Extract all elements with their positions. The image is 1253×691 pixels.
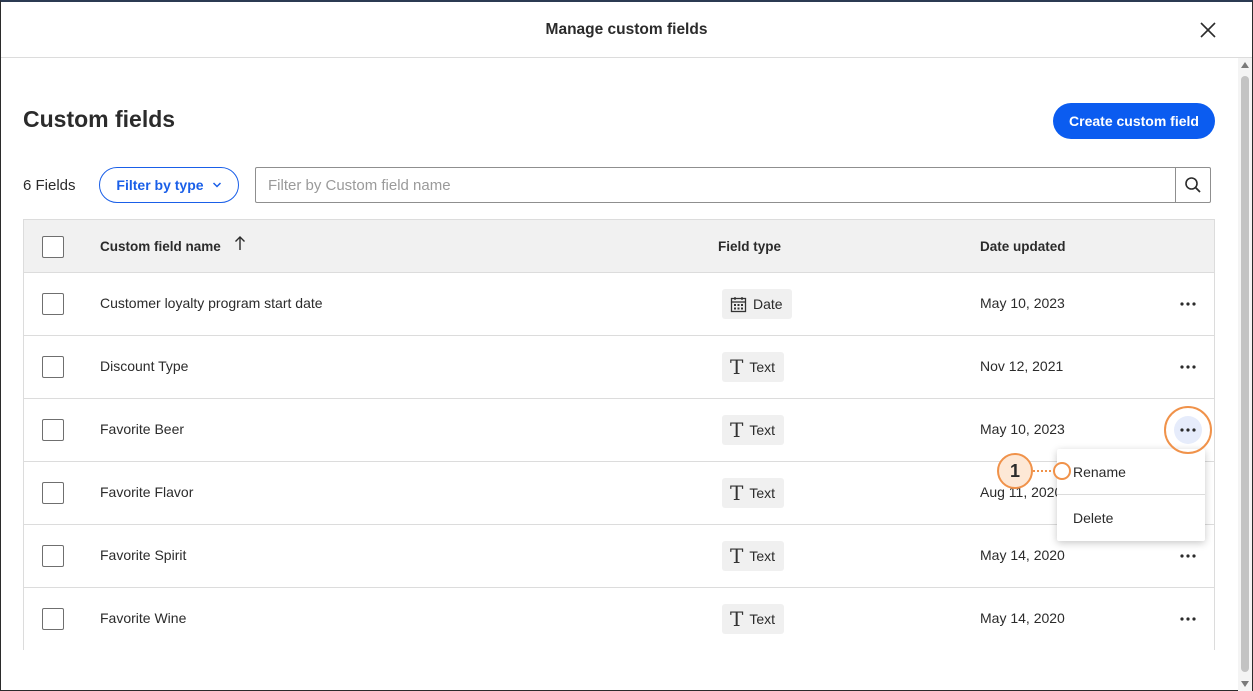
ellipsis-icon [1180, 554, 1196, 558]
text-icon: T [730, 355, 744, 379]
date-updated: May 14, 2020 [980, 610, 1065, 626]
field-type-label: Text [749, 548, 776, 564]
row-checkbox[interactable] [42, 482, 64, 504]
scroll-up-arrow-icon[interactable] [1241, 62, 1249, 68]
text-icon: T [730, 544, 744, 568]
field-name: Favorite Flavor [100, 484, 194, 500]
scroll-down-arrow-icon[interactable] [1241, 681, 1249, 687]
custom-fields-table: Custom field name Field type Date update… [23, 219, 1215, 651]
row-checkbox[interactable] [42, 419, 64, 441]
callout-highlight-ring [1164, 406, 1212, 454]
dialog-header: Manage custom fields [1, 2, 1252, 58]
callout-step-badge: 1 [997, 453, 1033, 489]
field-count: 6 Fields [23, 177, 76, 194]
field-name: Favorite Spirit [100, 547, 187, 563]
column-header-date: Date updated [980, 239, 1066, 254]
more-actions-button[interactable] [1174, 542, 1202, 570]
menu-item-delete[interactable]: Delete [1057, 495, 1205, 541]
calendar-icon [730, 296, 747, 312]
more-actions-button[interactable] [1174, 605, 1202, 633]
search-icon [1185, 177, 1201, 193]
vertical-scrollbar[interactable] [1238, 58, 1252, 691]
menu-item-rename[interactable]: Rename [1057, 449, 1205, 495]
field-type-chip: Date [722, 289, 792, 319]
field-type-chip: T Text [722, 415, 785, 445]
field-type-label: Date [753, 296, 783, 312]
table-row: Discount Type T Text Nov 12, 2021 [24, 336, 1214, 399]
field-type-chip: T Text [722, 478, 785, 508]
table-row: Customer loyalty program start date Date… [24, 273, 1214, 336]
callout-connector [1033, 470, 1055, 472]
field-type-label: Text [749, 611, 776, 627]
row-checkbox[interactable] [42, 356, 64, 378]
field-name: Favorite Wine [100, 610, 187, 626]
search-input[interactable] [256, 168, 1176, 202]
page-title: Custom fields [23, 106, 176, 132]
ellipsis-icon [1180, 365, 1196, 369]
table-row: Favorite Spirit T Text May 14, 2020 [24, 525, 1214, 588]
date-updated: May 10, 2023 [980, 421, 1065, 437]
date-updated: Nov 12, 2021 [980, 358, 1064, 374]
dialog-frame: Manage custom fields Custom fields Creat… [0, 0, 1253, 691]
column-header-type: Field type [718, 239, 782, 254]
callout-target-dot [1053, 462, 1071, 480]
field-name: Favorite Beer [100, 421, 185, 437]
search-button[interactable] [1175, 168, 1210, 202]
ellipsis-icon [1180, 302, 1196, 306]
text-icon: T [730, 607, 744, 631]
text-icon: T [730, 481, 744, 505]
field-type-chip: T Text [722, 541, 785, 571]
select-all-checkbox[interactable] [42, 236, 64, 258]
date-updated: May 10, 2023 [980, 295, 1065, 311]
text-icon: T [730, 418, 744, 442]
field-name: Discount Type [100, 358, 189, 374]
row-checkbox[interactable] [42, 608, 64, 630]
more-actions-button[interactable] [1174, 353, 1202, 381]
more-actions-button[interactable] [1174, 290, 1202, 318]
row-checkbox[interactable] [42, 293, 64, 315]
field-type-chip: T Text [722, 604, 785, 634]
filter-by-type-label: Filter by type [116, 177, 204, 193]
table-header: Custom field name Field type Date update… [24, 220, 1214, 273]
dialog-title: Manage custom fields [545, 21, 708, 38]
chevron-down-icon [212, 182, 221, 188]
field-type-chip: T Text [722, 352, 785, 382]
search-box [255, 167, 1211, 203]
sort-ascending-icon[interactable] [233, 235, 247, 251]
table-row: Favorite Wine T Text May 14, 2020 [24, 588, 1214, 651]
table-row: Favorite Beer T Text May 10, 2023 [24, 399, 1214, 462]
field-name: Customer loyalty program start date [100, 295, 323, 311]
ellipsis-icon [1180, 617, 1196, 621]
scrollbar-thumb[interactable] [1241, 76, 1249, 672]
close-button[interactable] [1198, 20, 1218, 40]
row-checkbox[interactable] [42, 545, 64, 567]
field-type-label: Text [749, 422, 776, 438]
create-custom-field-button[interactable]: Create custom field [1053, 103, 1215, 139]
date-updated: May 14, 2020 [980, 547, 1065, 563]
filter-by-type-button[interactable]: Filter by type [99, 167, 239, 203]
close-icon [1200, 22, 1216, 38]
row-actions-menu: Rename Delete [1057, 449, 1205, 541]
column-header-name[interactable]: Custom field name [100, 239, 221, 254]
field-type-label: Text [749, 359, 776, 375]
field-type-label: Text [749, 485, 776, 501]
